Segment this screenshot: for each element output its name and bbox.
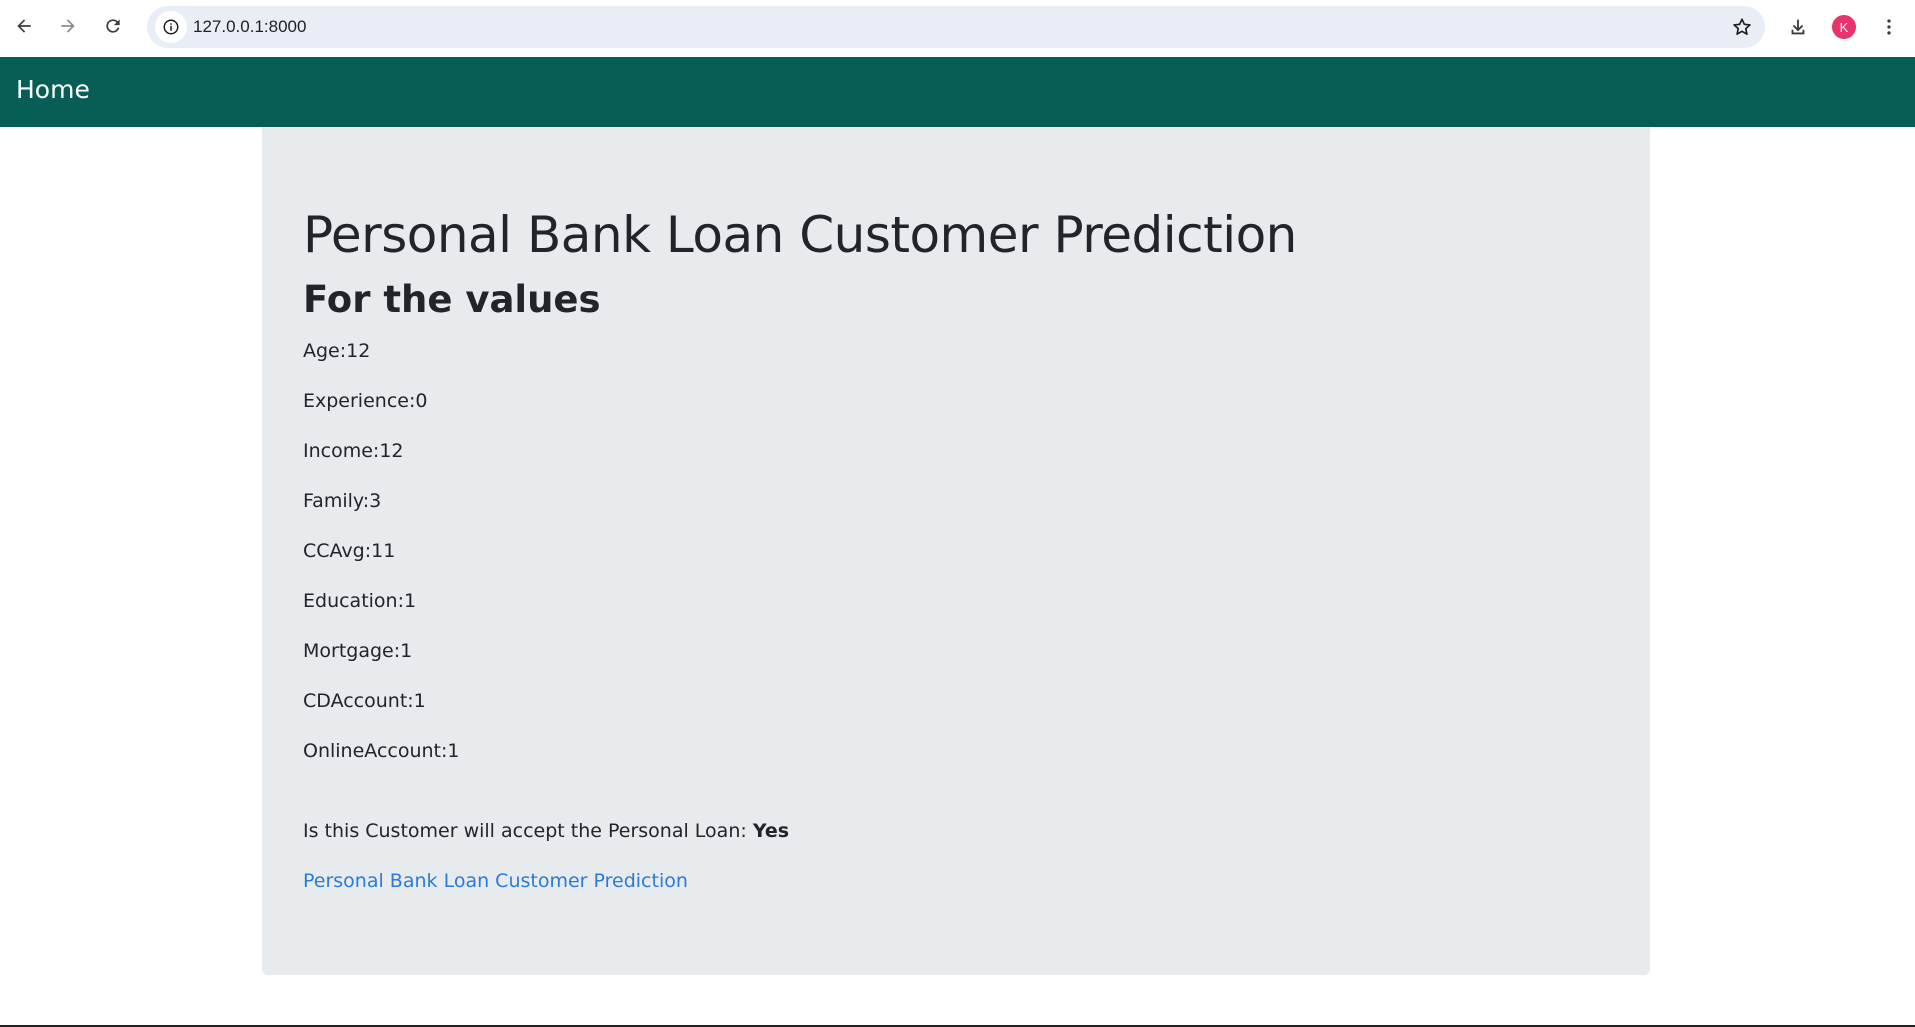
reload-icon: [106, 19, 120, 33]
bookmark-button[interactable]: [1727, 12, 1757, 42]
avatar: K: [1832, 15, 1856, 39]
info-icon: [163, 19, 179, 35]
value-onlineaccount: OnlineAccount:1: [303, 740, 460, 762]
nav-home-link[interactable]: Home: [16, 75, 90, 104]
forward-button[interactable]: [52, 10, 84, 42]
reload-button[interactable]: [97, 10, 129, 42]
value-age: Age:12: [303, 340, 371, 362]
value-experience: Experience:0: [303, 390, 428, 412]
browser-toolbar: 127.0.0.1:8000 K: [0, 0, 1915, 56]
back-button[interactable]: [8, 10, 40, 42]
value-education: Education:1: [303, 590, 417, 612]
navbar: Home: [0, 57, 1915, 127]
result-value: Yes: [752, 820, 790, 842]
profile-button[interactable]: K: [1827, 10, 1861, 44]
value-mortgage: Mortgage:1: [303, 640, 413, 662]
menu-button[interactable]: [1872, 10, 1906, 44]
value-ccavg: CCAvg:11: [303, 540, 396, 562]
downloads-button[interactable]: [1781, 10, 1815, 44]
page-title: Personal Bank Loan Customer Prediction: [303, 206, 1297, 264]
arrow-right-icon: [61, 19, 75, 33]
star-icon: [1733, 18, 1751, 35]
result-panel: Personal Bank Loan Customer Prediction F…: [262, 127, 1650, 975]
prediction-result: Is this Customer will accept the Persona…: [303, 820, 789, 842]
arrow-left-icon: [17, 19, 31, 33]
page-subtitle: For the values: [303, 278, 601, 321]
prediction-form-link[interactable]: Personal Bank Loan Customer Prediction: [303, 870, 688, 892]
address-bar[interactable]: 127.0.0.1:8000: [147, 6, 1765, 48]
site-info-icon[interactable]: [155, 11, 187, 43]
result-label: Is this Customer will accept the Persona…: [303, 820, 753, 842]
url-text[interactable]: 127.0.0.1:8000: [193, 17, 306, 37]
more-vert-icon: [1887, 19, 1891, 35]
value-income: Income:12: [303, 440, 404, 462]
download-icon: [1791, 19, 1805, 35]
value-cdaccount: CDAccount:1: [303, 690, 426, 712]
value-family: Family:3: [303, 490, 382, 512]
